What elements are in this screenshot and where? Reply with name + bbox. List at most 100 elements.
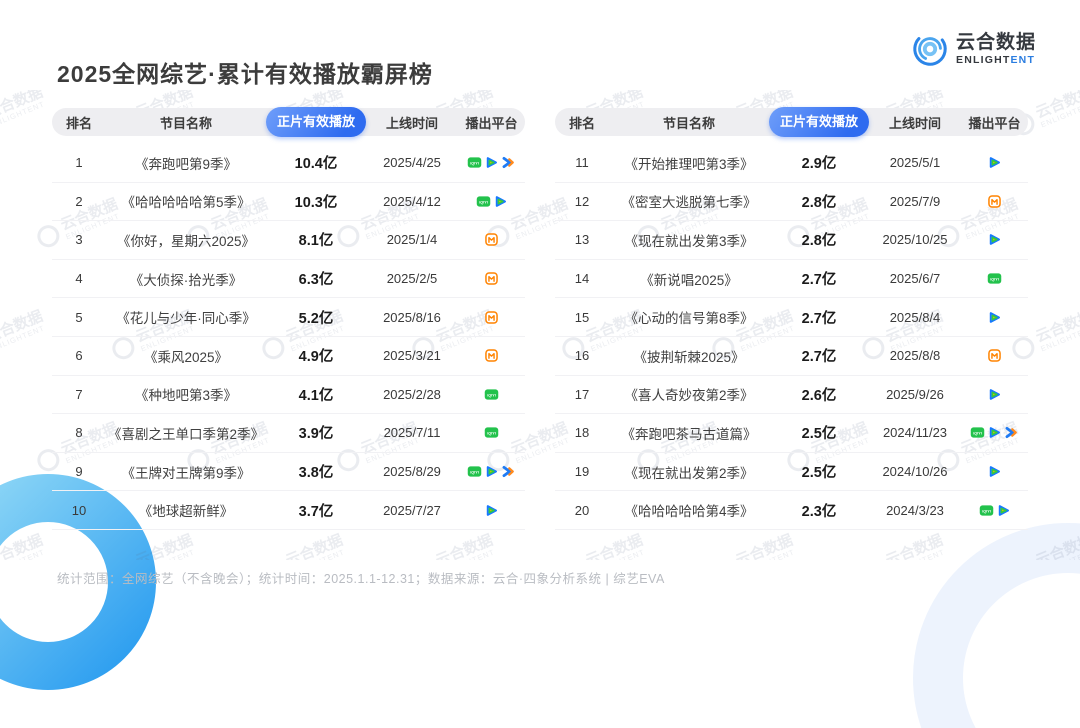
watermark: 云合数据ENLIGHTENT xyxy=(0,90,47,130)
platform-cell: iQIYI xyxy=(961,425,1028,440)
rank-cell: 15 xyxy=(574,309,590,325)
plays-cell: 4.1亿 xyxy=(298,387,334,404)
rank-cell: 5 xyxy=(75,309,83,325)
date-cell: 2025/9/26 xyxy=(886,386,944,402)
tencent-video-icon xyxy=(987,464,1002,479)
date-cell: 2025/8/4 xyxy=(889,309,941,325)
show-name-cell: 《你好，星期六2025》 xyxy=(116,233,256,249)
tencent-video-icon xyxy=(987,387,1002,402)
svg-text:iQIYI: iQIYI xyxy=(487,393,496,397)
platform-cell: iQIYI xyxy=(961,503,1028,518)
platform-cell xyxy=(458,232,525,247)
date-cell: 2025/7/11 xyxy=(383,425,441,441)
platform-cell xyxy=(961,348,1028,363)
plays-cell: 2.9亿 xyxy=(801,156,837,173)
logo-text: 云合数据 ENLIGHTENT xyxy=(956,33,1036,66)
watermark: 云合数据ENLIGHTENT xyxy=(709,532,799,560)
date-cell: 2025/6/7 xyxy=(889,271,941,287)
watermark: 云合数据ENLIGHTENT xyxy=(0,307,47,354)
platform-cell xyxy=(961,387,1028,402)
enlightent-logo-icon xyxy=(913,32,947,66)
iqiyi-icon: iQIYI xyxy=(467,464,482,479)
iqiyi-icon: iQIYI xyxy=(979,503,994,518)
show-name-cell: 《王牌对王牌第9季》 xyxy=(121,465,251,481)
plays-cell: 5.2亿 xyxy=(298,310,334,327)
rank-cell: 19 xyxy=(574,464,590,480)
mango-tv-icon xyxy=(484,348,499,363)
watermark: 云合数据ENLIGHTENT xyxy=(109,532,199,560)
plays-cell: 10.3亿 xyxy=(294,194,338,211)
plays-cell: 10.4亿 xyxy=(294,156,338,173)
plays-cell: 2.8亿 xyxy=(801,233,837,250)
rank-cell: 2 xyxy=(75,193,83,209)
platform-cell: iQIYI xyxy=(458,387,525,402)
column-header-plays: 正片有效播放 xyxy=(266,107,366,137)
rank-cell: 12 xyxy=(574,193,590,209)
platform-cell: iQIYI xyxy=(458,194,525,209)
show-name-cell: 《开始推理吧第3季》 xyxy=(624,156,754,172)
svg-text:iQIYI: iQIYI xyxy=(470,470,479,474)
tencent-video-icon xyxy=(987,155,1002,170)
date-cell: 2025/1/4 xyxy=(386,232,438,248)
date-cell: 2025/5/1 xyxy=(889,155,941,171)
table-row: 4 《大侦探·拾光季》 6.3亿 2025/2/5 xyxy=(52,260,525,299)
rank-cell: 1 xyxy=(75,155,83,171)
date-cell: 2025/2/5 xyxy=(386,271,438,287)
show-name-cell: 《现在就出发第3季》 xyxy=(624,233,754,249)
rank-cell: 14 xyxy=(574,271,590,287)
logo-en-dark: ENLIGHT xyxy=(955,53,1011,66)
platform-cell: iQIYI xyxy=(458,155,525,170)
show-name-cell: 《喜剧之王单口季第2季》 xyxy=(107,426,264,442)
date-cell: 2025/4/25 xyxy=(383,155,441,171)
rank-cell: 17 xyxy=(574,386,590,402)
table-row: 12 《密室大逃脱第七季》 2.8亿 2025/7/9 xyxy=(555,183,1028,222)
footer-note: 统计范围：全网综艺（不含晚会）；统计时间：2025.1.1-12.31；数据来源… xyxy=(57,572,665,586)
show-name-cell: 《哈哈哈哈哈第5季》 xyxy=(121,195,251,211)
date-cell: 2025/7/9 xyxy=(889,193,941,209)
iqiyi-icon: iQIYI xyxy=(467,155,482,170)
column-header-name: 节目名称 xyxy=(159,115,212,131)
date-cell: 2025/8/8 xyxy=(889,348,941,364)
mango-tv-icon xyxy=(484,271,499,286)
svg-text:iQIYI: iQIYI xyxy=(470,162,479,166)
table-header: 排名 节目名称 正片有效播放 上线时间 播出平台 xyxy=(52,107,525,137)
watermark: 云合数据ENLIGHTENT xyxy=(409,532,499,560)
svg-text:iQIYI: iQIYI xyxy=(990,278,999,282)
platform-cell xyxy=(458,271,525,286)
plays-cell: 6.3亿 xyxy=(298,272,334,289)
show-name-cell: 《新说唱2025》 xyxy=(640,272,738,288)
date-cell: 2025/4/12 xyxy=(383,193,441,209)
show-name-cell: 《披荆斩棘2025》 xyxy=(633,349,745,365)
svg-text:iQIYI: iQIYI xyxy=(479,200,488,204)
table-row: 16 《披荆斩棘2025》 2.7亿 2025/8/8 xyxy=(555,337,1028,376)
table-row: 15 《心动的信号第8季》 2.7亿 2025/8/4 xyxy=(555,298,1028,337)
plays-cell: 2.5亿 xyxy=(801,465,837,482)
table-row: 17 《喜人奇妙夜第2季》 2.6亿 2025/9/26 xyxy=(555,376,1028,415)
date-cell: 2025/2/28 xyxy=(383,386,441,402)
plays-cell: 3.7亿 xyxy=(298,503,334,520)
rank-cell: 8 xyxy=(75,425,83,441)
table-row: 11 《开始推理吧第3季》 2.9亿 2025/5/1 xyxy=(555,144,1028,183)
tencent-video-icon xyxy=(484,503,499,518)
rank-cell: 18 xyxy=(574,425,590,441)
logo-en-blue: ENT xyxy=(1010,53,1036,66)
table-row: 8 《喜剧之王单口季第2季》 3.9亿 2025/7/11 iQIYI xyxy=(52,414,525,453)
show-name-cell: 《花儿与少年·同心季》 xyxy=(116,311,256,327)
platform-cell xyxy=(961,155,1028,170)
platform-cell xyxy=(961,194,1028,209)
ranking-tables: 排名 节目名称 正片有效播放 上线时间 播出平台 1 《奔跑吧第9季》 10.4… xyxy=(52,107,1028,530)
show-name-cell: 《密室大逃脱第七季》 xyxy=(621,195,757,211)
platform-cell xyxy=(458,310,525,325)
watermark: 云合数据ENLIGHTENT xyxy=(0,531,46,560)
table-row: 14 《新说唱2025》 2.7亿 2025/6/7 iQIYI xyxy=(555,260,1028,299)
date-cell: 2024/10/26 xyxy=(882,464,948,480)
svg-text:iQIYI: iQIYI xyxy=(982,509,991,513)
platform-cell: iQIYI xyxy=(458,464,525,479)
table-row: 9 《王牌对王牌第9季》 3.8亿 2025/8/29 iQIYI xyxy=(52,453,525,492)
date-cell: 2025/7/27 xyxy=(383,502,441,518)
rank-cell: 11 xyxy=(575,155,589,171)
platform-cell xyxy=(961,464,1028,479)
mango-tv-icon xyxy=(484,232,499,247)
column-header-rank: 排名 xyxy=(65,115,92,131)
rank-table-right: 排名 节目名称 正片有效播放 上线时间 播出平台 11 《开始推理吧第3季》 2… xyxy=(555,107,1028,530)
